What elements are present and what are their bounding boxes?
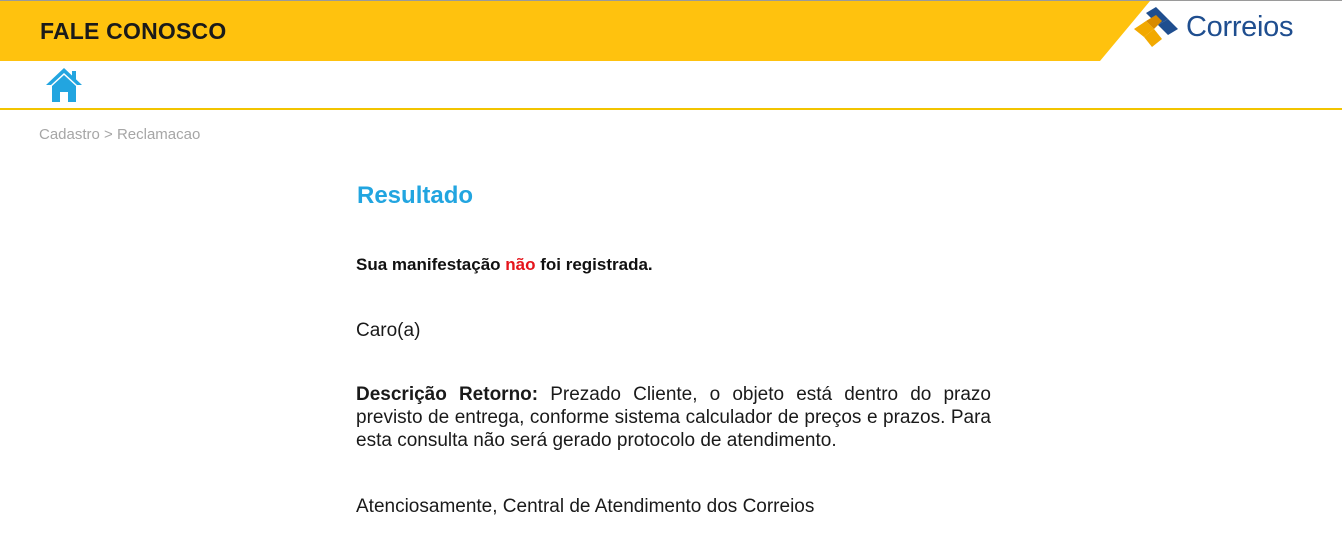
top-header: FALE CONOSCO Correios xyxy=(0,0,1342,61)
description-paragraph: Descrição Retorno: Prezado Cliente, o ob… xyxy=(356,383,991,452)
status-suffix: foi registrada. xyxy=(535,255,653,274)
nav-bar xyxy=(0,60,1342,110)
status-prefix: Sua manifestação xyxy=(356,255,506,274)
status-negation: não xyxy=(505,255,536,274)
description-label: Descrição Retorno: xyxy=(356,384,539,405)
breadcrumb: Cadastro > Reclamacao xyxy=(39,126,201,143)
page-header-title: FALE CONOSCO xyxy=(40,18,227,44)
correios-logo-icon xyxy=(1134,7,1178,47)
correios-logo[interactable]: Correios xyxy=(1132,5,1293,49)
result-title: Resultado xyxy=(357,182,474,209)
correios-logo-text: Correios xyxy=(1186,10,1294,43)
home-icon xyxy=(46,68,82,102)
greeting: Caro(a) xyxy=(356,320,421,341)
status-message: Sua manifestação não foi registrada. xyxy=(356,255,653,275)
signoff: Atenciosamente, Central de Atendimento d… xyxy=(356,496,815,517)
home-button[interactable] xyxy=(44,66,84,104)
